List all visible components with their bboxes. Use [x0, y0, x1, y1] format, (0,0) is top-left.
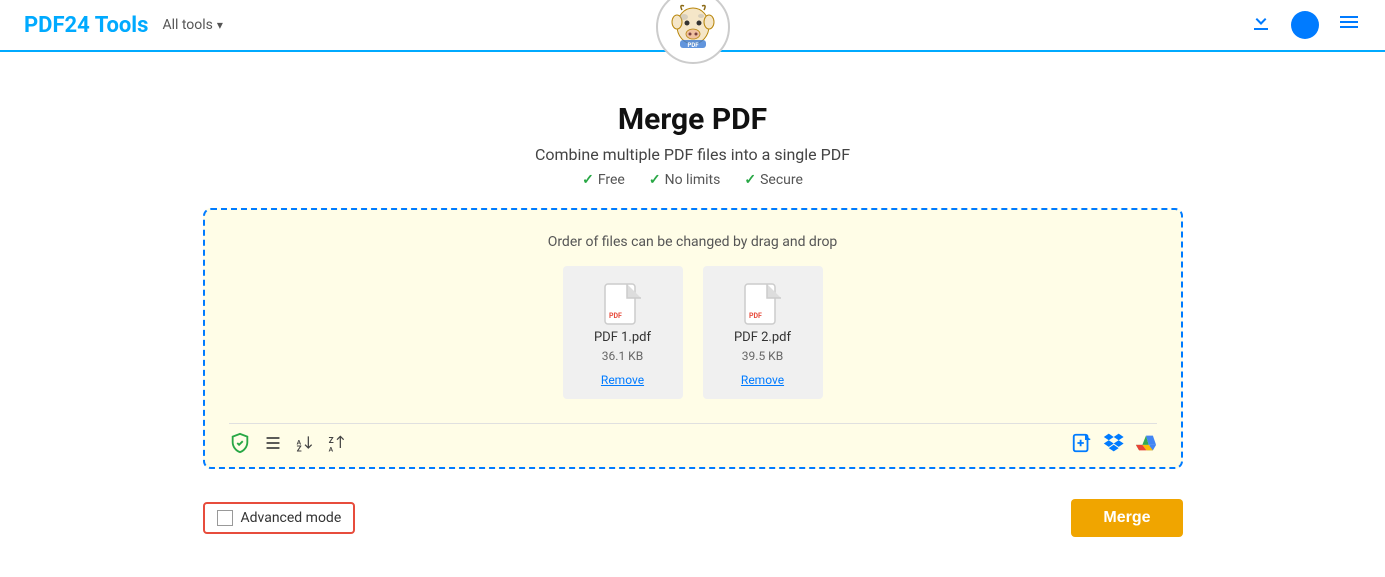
- toolbar-left: A Z Z A: [229, 432, 347, 459]
- svg-text:PDF: PDF: [749, 312, 762, 320]
- dropbox-icon[interactable]: [1103, 432, 1125, 459]
- feature-free: ✓ Free: [582, 172, 625, 188]
- svg-text:Z: Z: [328, 436, 333, 446]
- shield-check-icon[interactable]: [229, 432, 251, 459]
- feature-secure: ✓ Secure: [744, 172, 803, 188]
- svg-text:PDF: PDF: [609, 312, 622, 320]
- bottom-bar: Advanced mode Merge: [203, 489, 1183, 547]
- add-file-icon[interactable]: [1071, 432, 1093, 459]
- title-area: Merge PDF Combine multiple PDF files int…: [24, 102, 1361, 188]
- download-icon[interactable]: [1249, 10, 1273, 40]
- site-logo[interactable]: PDF24 Tools: [24, 13, 148, 38]
- file-size: 36.1 KB: [602, 349, 643, 363]
- advanced-mode-text: Advanced mode: [241, 510, 342, 526]
- user-icon[interactable]: [1291, 11, 1319, 39]
- file-card: PDF PDF 1.pdf 36.1 KB Remove: [563, 266, 683, 399]
- advanced-mode-checkbox[interactable]: [217, 510, 233, 526]
- all-tools-menu[interactable]: All tools: [162, 17, 223, 33]
- advanced-mode-label[interactable]: Advanced mode: [203, 502, 356, 534]
- drop-zone-hint: Order of files can be changed by drag an…: [229, 234, 1157, 250]
- file-size: 39.5 KB: [742, 349, 783, 363]
- file-card-list: PDF PDF 1.pdf 36.1 KB Remove PDF PDF 2.p…: [229, 266, 1157, 415]
- sort-za-icon[interactable]: Z A: [327, 433, 347, 458]
- header: PDF24 Tools All tools: [0, 0, 1385, 52]
- google-drive-icon[interactable]: [1135, 432, 1157, 459]
- list-icon[interactable]: [263, 433, 283, 458]
- header-logo-area: PDF: [656, 0, 730, 64]
- pdf-file-icon: PDF: [603, 282, 643, 330]
- page-subtitle: Combine multiple PDF files into a single…: [24, 145, 1361, 164]
- file-name: PDF 1.pdf: [594, 330, 651, 345]
- page-title: Merge PDF: [24, 102, 1361, 137]
- file-card: PDF PDF 2.pdf 39.5 KB Remove: [703, 266, 823, 399]
- file-name: PDF 2.pdf: [734, 330, 791, 345]
- drop-zone-toolbar: A Z Z A: [229, 423, 1157, 467]
- feature-list: ✓ Free ✓ No limits ✓ Secure: [24, 172, 1361, 188]
- main-content: Merge PDF Combine multiple PDF files int…: [0, 52, 1385, 567]
- header-actions: [1249, 10, 1361, 40]
- toolbar-right: [1071, 432, 1157, 459]
- svg-text:PDF: PDF: [687, 42, 699, 49]
- mascot-circle: PDF: [656, 0, 730, 64]
- merge-button[interactable]: Merge: [1071, 499, 1182, 537]
- hamburger-icon[interactable]: [1337, 10, 1361, 40]
- mascot-icon: PDF: [666, 0, 720, 54]
- drop-zone[interactable]: Order of files can be changed by drag an…: [203, 208, 1183, 469]
- chevron-down-icon: [217, 17, 223, 33]
- svg-text:Z: Z: [296, 444, 301, 453]
- feature-nolimits: ✓ No limits: [649, 172, 720, 188]
- svg-text:A: A: [328, 445, 333, 453]
- remove-file-button[interactable]: Remove: [741, 373, 784, 387]
- pdf-file-icon: PDF: [743, 282, 783, 330]
- remove-file-button[interactable]: Remove: [601, 373, 644, 387]
- sort-az-icon[interactable]: A Z: [295, 433, 315, 458]
